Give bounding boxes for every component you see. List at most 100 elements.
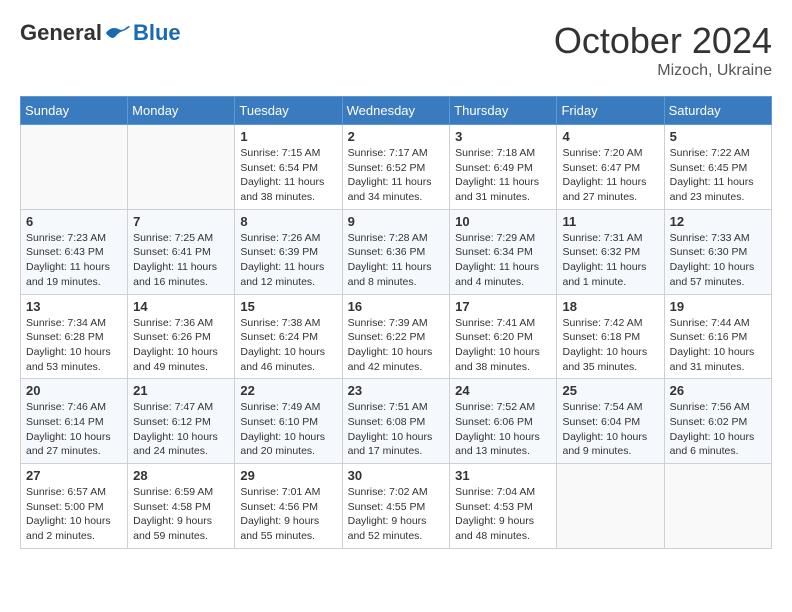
calendar-cell: 8 Sunrise: 7:26 AMSunset: 6:39 PMDaylight… bbox=[235, 209, 342, 294]
location: Mizoch, Ukraine bbox=[554, 62, 772, 80]
day-info: Sunrise: 7:47 AMSunset: 6:12 PMDaylight:… bbox=[133, 400, 229, 459]
day-number: 12 bbox=[670, 214, 766, 229]
logo: General Blue bbox=[20, 20, 181, 46]
calendar-cell: 25 Sunrise: 7:54 AMSunset: 6:04 PMDayligh… bbox=[557, 379, 664, 464]
calendar-cell bbox=[664, 464, 771, 549]
calendar-cell: 4Sunrise: 7:20 AMSunset: 6:47 PMDaylight… bbox=[557, 125, 664, 210]
day-info: Sunrise: 7:25 AMSunset: 6:41 PMDaylight:… bbox=[133, 231, 229, 290]
day-number: 16 bbox=[348, 299, 445, 314]
day-info: Sunrise: 7:39 AMSunset: 6:22 PMDaylight:… bbox=[348, 316, 445, 375]
day-number: 22 bbox=[240, 383, 336, 398]
day-info: Sunrise: 7:26 AMSunset: 6:39 PMDaylight:… bbox=[240, 231, 336, 290]
day-number: 8 bbox=[240, 214, 336, 229]
day-info: Sunrise: 7:44 AMSunset: 6:16 PMDaylight:… bbox=[670, 316, 766, 375]
calendar-cell: 15 Sunrise: 7:38 AMSunset: 6:24 PMDayligh… bbox=[235, 294, 342, 379]
calendar-week-row: 6 Sunrise: 7:23 AMSunset: 6:43 PMDaylight… bbox=[21, 209, 772, 294]
calendar-cell bbox=[557, 464, 664, 549]
calendar-cell: 17 Sunrise: 7:41 AMSunset: 6:20 PMDayligh… bbox=[450, 294, 557, 379]
day-number: 15 bbox=[240, 299, 336, 314]
day-info: Sunrise: 7:01 AMSunset: 4:56 PMDaylight:… bbox=[240, 485, 336, 544]
calendar-week-row: 20Sunrise: 7:46 AMSunset: 6:14 PMDayligh… bbox=[21, 379, 772, 464]
calendar-cell: 6 Sunrise: 7:23 AMSunset: 6:43 PMDaylight… bbox=[21, 209, 128, 294]
weekday-header-row: SundayMondayTuesdayWednesdayThursdayFrid… bbox=[21, 97, 772, 125]
calendar-cell bbox=[21, 125, 128, 210]
calendar-cell: 26Sunrise: 7:56 AMSunset: 6:02 PMDayligh… bbox=[664, 379, 771, 464]
day-number: 2 bbox=[348, 129, 445, 144]
day-number: 24 bbox=[455, 383, 551, 398]
day-number: 3 bbox=[455, 129, 551, 144]
day-info: Sunrise: 7:28 AMSunset: 6:36 PMDaylight:… bbox=[348, 231, 445, 290]
day-number: 17 bbox=[455, 299, 551, 314]
calendar-cell: 11 Sunrise: 7:31 AMSunset: 6:32 PMDayligh… bbox=[557, 209, 664, 294]
day-info: Sunrise: 7:18 AMSunset: 6:49 PMDaylight:… bbox=[455, 146, 551, 205]
calendar-cell: 20Sunrise: 7:46 AMSunset: 6:14 PMDayligh… bbox=[21, 379, 128, 464]
day-number: 19 bbox=[670, 299, 766, 314]
calendar-cell: 12 Sunrise: 7:33 AMSunset: 6:30 PMDayligh… bbox=[664, 209, 771, 294]
day-info: Sunrise: 7:22 AMSunset: 6:45 PMDaylight:… bbox=[670, 146, 766, 205]
calendar-week-row: 13Sunrise: 7:34 AMSunset: 6:28 PMDayligh… bbox=[21, 294, 772, 379]
calendar-cell: 28Sunrise: 6:59 AMSunset: 4:58 PMDayligh… bbox=[128, 464, 235, 549]
logo-bird-icon bbox=[104, 23, 132, 43]
day-number: 23 bbox=[348, 383, 445, 398]
calendar-table: SundayMondayTuesdayWednesdayThursdayFrid… bbox=[20, 96, 772, 549]
weekday-header-saturday: Saturday bbox=[664, 97, 771, 125]
calendar-cell: 30 Sunrise: 7:02 AMSunset: 4:55 PMDayligh… bbox=[342, 464, 450, 549]
calendar-cell: 1 Sunrise: 7:15 AMSunset: 6:54 PMDaylight… bbox=[235, 125, 342, 210]
weekday-header-tuesday: Tuesday bbox=[235, 97, 342, 125]
calendar-cell: 10 Sunrise: 7:29 AMSunset: 6:34 PMDayligh… bbox=[450, 209, 557, 294]
day-info: Sunrise: 7:34 AMSunset: 6:28 PMDaylight:… bbox=[26, 316, 122, 375]
calendar-cell: 5 Sunrise: 7:22 AMSunset: 6:45 PMDaylight… bbox=[664, 125, 771, 210]
day-number: 27 bbox=[26, 468, 122, 483]
day-info: Sunrise: 7:02 AMSunset: 4:55 PMDaylight:… bbox=[348, 485, 445, 544]
calendar-cell: 23Sunrise: 7:51 AMSunset: 6:08 PMDayligh… bbox=[342, 379, 450, 464]
day-number: 9 bbox=[348, 214, 445, 229]
day-number: 29 bbox=[240, 468, 336, 483]
day-number: 1 bbox=[240, 129, 336, 144]
calendar-cell bbox=[128, 125, 235, 210]
calendar-cell: 19 Sunrise: 7:44 AMSunset: 6:16 PMDayligh… bbox=[664, 294, 771, 379]
weekday-header-sunday: Sunday bbox=[21, 97, 128, 125]
day-number: 11 bbox=[562, 214, 658, 229]
calendar-cell: 18 Sunrise: 7:42 AMSunset: 6:18 PMDayligh… bbox=[557, 294, 664, 379]
day-info: Sunrise: 7:41 AMSunset: 6:20 PMDaylight:… bbox=[455, 316, 551, 375]
day-info: Sunrise: 7:52 AMSunset: 6:06 PMDaylight:… bbox=[455, 400, 551, 459]
calendar-cell: 9 Sunrise: 7:28 AMSunset: 6:36 PMDaylight… bbox=[342, 209, 450, 294]
day-info: Sunrise: 7:36 AMSunset: 6:26 PMDaylight:… bbox=[133, 316, 229, 375]
page-header: General Blue October 2024 Mizoch, Ukrain… bbox=[20, 20, 772, 80]
weekday-header-monday: Monday bbox=[128, 97, 235, 125]
calendar-cell: 3 Sunrise: 7:18 AMSunset: 6:49 PMDaylight… bbox=[450, 125, 557, 210]
day-info: Sunrise: 7:56 AMSunset: 6:02 PMDaylight:… bbox=[670, 400, 766, 459]
day-info: Sunrise: 7:54 AMSunset: 6:04 PMDaylight:… bbox=[562, 400, 658, 459]
calendar-cell: 21 Sunrise: 7:47 AMSunset: 6:12 PMDayligh… bbox=[128, 379, 235, 464]
day-info: Sunrise: 7:15 AMSunset: 6:54 PMDaylight:… bbox=[240, 146, 336, 205]
day-info: Sunrise: 7:42 AMSunset: 6:18 PMDaylight:… bbox=[562, 316, 658, 375]
day-number: 6 bbox=[26, 214, 122, 229]
calendar-cell: 22Sunrise: 7:49 AMSunset: 6:10 PMDayligh… bbox=[235, 379, 342, 464]
day-info: Sunrise: 7:23 AMSunset: 6:43 PMDaylight:… bbox=[26, 231, 122, 290]
calendar-cell: 27Sunrise: 6:57 AMSunset: 5:00 PMDayligh… bbox=[21, 464, 128, 549]
day-number: 30 bbox=[348, 468, 445, 483]
calendar-cell: 14Sunrise: 7:36 AMSunset: 6:26 PMDayligh… bbox=[128, 294, 235, 379]
day-number: 7 bbox=[133, 214, 229, 229]
calendar-cell: 16 Sunrise: 7:39 AMSunset: 6:22 PMDayligh… bbox=[342, 294, 450, 379]
day-info: Sunrise: 7:31 AMSunset: 6:32 PMDaylight:… bbox=[562, 231, 658, 290]
day-info: Sunrise: 7:38 AMSunset: 6:24 PMDaylight:… bbox=[240, 316, 336, 375]
calendar-cell: 31Sunrise: 7:04 AMSunset: 4:53 PMDayligh… bbox=[450, 464, 557, 549]
day-info: Sunrise: 7:20 AMSunset: 6:47 PMDaylight:… bbox=[562, 146, 658, 205]
weekday-header-wednesday: Wednesday bbox=[342, 97, 450, 125]
day-info: Sunrise: 7:29 AMSunset: 6:34 PMDaylight:… bbox=[455, 231, 551, 290]
day-number: 31 bbox=[455, 468, 551, 483]
calendar-cell: 13Sunrise: 7:34 AMSunset: 6:28 PMDayligh… bbox=[21, 294, 128, 379]
day-number: 5 bbox=[670, 129, 766, 144]
month-title: October 2024 bbox=[554, 20, 772, 62]
day-number: 18 bbox=[562, 299, 658, 314]
day-info: Sunrise: 7:46 AMSunset: 6:14 PMDaylight:… bbox=[26, 400, 122, 459]
day-number: 10 bbox=[455, 214, 551, 229]
calendar-cell: 7 Sunrise: 7:25 AMSunset: 6:41 PMDaylight… bbox=[128, 209, 235, 294]
weekday-header-thursday: Thursday bbox=[450, 97, 557, 125]
day-number: 21 bbox=[133, 383, 229, 398]
day-number: 25 bbox=[562, 383, 658, 398]
day-info: Sunrise: 7:33 AMSunset: 6:30 PMDaylight:… bbox=[670, 231, 766, 290]
day-info: Sunrise: 6:59 AMSunset: 4:58 PMDaylight:… bbox=[133, 485, 229, 544]
calendar-week-row: 27Sunrise: 6:57 AMSunset: 5:00 PMDayligh… bbox=[21, 464, 772, 549]
